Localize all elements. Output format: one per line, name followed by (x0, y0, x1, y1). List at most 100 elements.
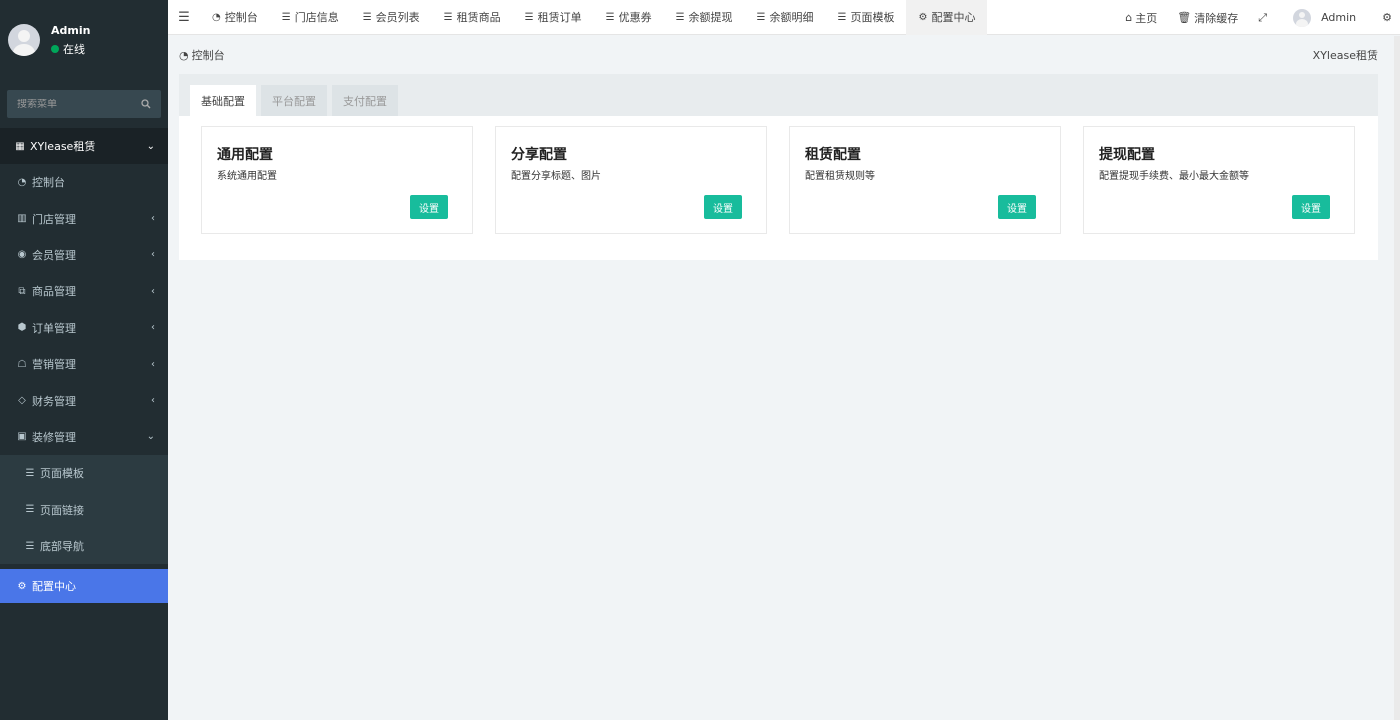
nav-tabs: ◔ 控制台 ☰ 门店信息 ☰ 会员列表 ☰ 租赁商品 ☰ 租赁订单 ☰ 优惠券 ☰ 余额提现 … (200, 0, 988, 35)
chevron-left-icon: ‹ (151, 213, 155, 225)
chevron-left-icon: ‹ (151, 395, 155, 407)
sidebar-item-dashboard[interactable]: ◔ 控制台 (0, 164, 168, 200)
list-icon: ☰ (281, 11, 291, 23)
tab-label: 控制台 (224, 11, 258, 24)
settings-button[interactable]: 设置 (410, 195, 448, 219)
clear-cache-button[interactable]: 🗑 清除缓存 (1167, 10, 1248, 26)
sidebar-subitem-bottom-nav[interactable]: ☰ 底部导航 (0, 527, 168, 565)
user-menu[interactable]: Admin (1277, 8, 1366, 27)
tab-label: 页面模板 (850, 11, 895, 24)
sidebar-item-finance[interactable]: ◇ 财务管理 ‹ (0, 382, 168, 418)
home-link[interactable]: ⌂ 主页 (1115, 10, 1167, 26)
sidebar-subitem-page-link[interactable]: ☰ 页面链接 (0, 491, 168, 528)
tab-coupons[interactable]: ☰ 优惠券 (594, 0, 664, 35)
sidebar-subitem-label: 页面链接 (40, 503, 84, 517)
user-panel: Admin 在线 (0, 0, 168, 80)
breadcrumb-app-name: XYlease租赁 (1312, 49, 1378, 62)
settings-button[interactable]: 设置 (1292, 195, 1330, 219)
tab-config-center[interactable]: ⚙ 配置中心 (906, 0, 988, 35)
settings-button[interactable]: 设置 (998, 195, 1036, 219)
tab-label: 门店信息 (294, 11, 339, 24)
tab-label: 余额明细 (769, 11, 814, 24)
breadcrumb-current[interactable]: ◔ 控制台 (179, 47, 225, 63)
tab-label: 余额提现 (688, 11, 733, 24)
tab-dashboard[interactable]: ◔ 控制台 (200, 0, 270, 35)
sidebar-item-marketing[interactable]: ☖ 营销管理 ‹ (0, 346, 168, 382)
config-card-share: 分享配置 配置分享标题、图片 设置 (495, 126, 767, 234)
chevron-left-icon: ‹ (151, 358, 155, 370)
sidebar-item-label: 商品管理 (32, 285, 76, 299)
finance-icon: ◇ (18, 395, 26, 407)
tab-balance-withdraw[interactable]: ☰ 余额提现 (664, 0, 745, 35)
sidebar-item-label: 控制台 (32, 176, 65, 190)
store-icon: ▥ (17, 213, 27, 225)
home-label: 主页 (1135, 11, 1158, 25)
sidebar-item-orders[interactable]: ⬢ 订单管理 ‹ (0, 310, 168, 346)
trash-icon: 🗑 (1177, 11, 1192, 24)
tab-basic-config[interactable]: 基础配置 (190, 85, 256, 116)
sidebar-item-label: 会员管理 (32, 248, 76, 262)
avatar[interactable] (8, 24, 40, 56)
tab-rental-orders[interactable]: ☰ 租赁订单 (513, 0, 594, 35)
sidebar-item-label: 装修管理 (32, 430, 76, 444)
sidebar-item-label: 配置中心 (32, 580, 76, 594)
tab-platform-config[interactable]: 平台配置 (261, 85, 327, 116)
list-icon: ☰ (524, 11, 534, 23)
card-description: 配置租赁规则等 (805, 171, 875, 182)
list-icon: ☰ (25, 504, 35, 516)
clear-cache-label: 清除缓存 (1194, 11, 1239, 25)
sidebar-item-label: 营销管理 (32, 358, 76, 372)
list-icon: ☰ (675, 11, 685, 23)
sidebar-subitem-label: 底部导航 (40, 540, 84, 554)
decorate-icon: ▣ (17, 431, 27, 443)
tab-label: 租赁商品 (456, 11, 501, 24)
sidebar-menu: ▦ XYlease租赁 ⌄ ◔ 控制台 ▥ 门店管理 ‹ ◉ 会员管理 ‹ ⧉ … (0, 128, 168, 604)
fullscreen-icon[interactable]: ⤢ (1248, 11, 1277, 25)
tab-page-template[interactable]: ☰ 页面模板 (826, 0, 907, 35)
chevron-left-icon: ‹ (151, 249, 155, 261)
top-right-nav: ⌂ 主页 🗑 清除缓存 ⤢ Admin ⚙ (1115, 0, 1400, 35)
tab-label: 配置中心 (931, 11, 976, 24)
menu-search (7, 90, 161, 118)
sidebar-item-decorate[interactable]: ▣ 装修管理 ⌄ (0, 419, 168, 455)
sidebar-item-label: 财务管理 (32, 394, 76, 408)
tab-member-list[interactable]: ☰ 会员列表 (351, 0, 432, 35)
breadcrumb-label: 控制台 (191, 49, 225, 62)
sidebar-item-config-center[interactable]: ⚙ 配置中心 (0, 569, 168, 604)
settings-gears-icon[interactable]: ⚙ (1366, 11, 1400, 24)
config-card-rental: 租赁配置 配置租赁规则等 设置 (789, 126, 1061, 234)
menu-toggle-icon[interactable]: ☰ (168, 10, 200, 25)
user-icon: ◉ (17, 249, 27, 261)
home-icon: ⌂ (1125, 11, 1133, 24)
list-icon: ☰ (25, 467, 35, 479)
sidebar-group-xylease[interactable]: ▦ XYlease租赁 ⌄ (0, 128, 168, 164)
sidebar-item-store[interactable]: ▥ 门店管理 ‹ (0, 200, 168, 236)
settings-button[interactable]: 设置 (704, 195, 742, 219)
sidebar-subitem-page-template[interactable]: ☰ 页面模板 (0, 455, 168, 492)
tab-store-info[interactable]: ☰ 门店信息 (270, 0, 351, 35)
card-title: 提现配置 (1099, 147, 1155, 163)
tab-payment-config[interactable]: 支付配置 (332, 85, 398, 116)
list-icon: ☰ (362, 11, 372, 23)
sidebar-item-members[interactable]: ◉ 会员管理 ‹ (0, 237, 168, 273)
chevron-down-icon: ⌄ (146, 431, 155, 443)
search-icon[interactable] (141, 99, 151, 109)
tab-balance-detail[interactable]: ☰ 余额明细 (745, 0, 826, 35)
card-description: 配置提现手续费、最小最大金额等 (1099, 171, 1249, 182)
sidebar-item-goods[interactable]: ⧉ 商品管理 ‹ (0, 273, 168, 309)
list-icon: ☰ (25, 540, 35, 552)
page-scrollbar[interactable] (1394, 36, 1400, 720)
list-icon: ☰ (605, 11, 615, 23)
goods-icon: ⧉ (18, 285, 26, 297)
chevron-left-icon: ‹ (151, 285, 155, 297)
dashboard-icon: ◔ (179, 49, 189, 62)
config-panel: 基础配置 平台配置 支付配置 通用配置 系统通用配置 设置 分享配置 配置分享标… (179, 74, 1378, 260)
chevron-down-icon: ⌄ (146, 140, 155, 152)
top-navbar: ☰ ◔ 控制台 ☰ 门店信息 ☰ 会员列表 ☰ 租赁商品 ☰ 租赁订单 ☰ 优惠券 ☰ 余额提… (168, 0, 1400, 35)
breadcrumb: ◔ 控制台 XYlease租赁 (179, 47, 1378, 63)
online-dot-icon (51, 44, 59, 53)
tab-rental-goods[interactable]: ☰ 租赁商品 (432, 0, 513, 35)
search-input[interactable] (17, 98, 127, 110)
avatar (1293, 8, 1312, 27)
grid-icon: ▦ (15, 140, 25, 152)
